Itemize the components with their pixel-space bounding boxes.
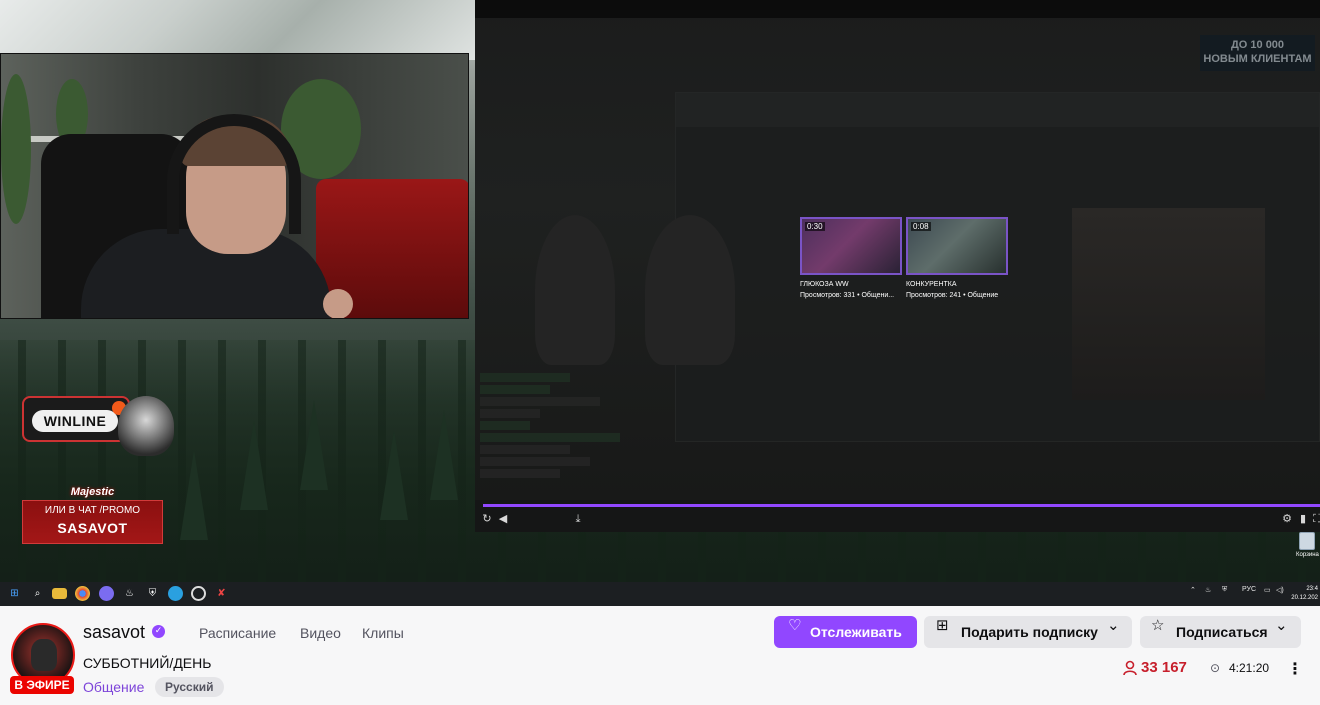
stream-uptime: 4:21:20 <box>1229 661 1270 675</box>
streamer-webcam <box>0 53 469 319</box>
tray-chevron-icon[interactable]: ⌃ <box>1190 586 1196 594</box>
tray-steam-icon[interactable]: ♨ <box>1205 586 1211 594</box>
clock-date: 20.12.202 <box>1291 595 1318 601</box>
recycle-bin-label: Корзина <box>1296 552 1319 558</box>
embedded-progress-bar[interactable] <box>483 504 1320 507</box>
clip-meta: Просмотров: 241 • Общение <box>906 292 999 299</box>
nav-schedule[interactable]: Расписание <box>199 625 276 641</box>
subscribe-button[interactable]: ☆ Подписаться ⌄ <box>1140 616 1301 648</box>
tray-shield-icon[interactable]: ⛨ <box>1222 586 1227 594</box>
clip-duration: 0:30 <box>805 222 825 231</box>
background-browser-toolbar <box>676 93 1319 127</box>
gift-icon: ⊞ <box>936 616 949 634</box>
tree-shape <box>180 450 208 540</box>
avatar-figure <box>31 639 57 671</box>
star-icon: ☆ <box>1151 616 1165 634</box>
tree-shape <box>380 430 408 520</box>
more-options-button[interactable]: ⋮ <box>1285 658 1305 680</box>
app-icon[interactable]: ✘ <box>214 586 229 601</box>
reload-icon[interactable]: ↻ <box>481 513 493 525</box>
settings-icon[interactable]: ⚙ <box>1281 513 1293 525</box>
secondary-webcam <box>1072 208 1265 400</box>
recycle-bin-desktop-icon[interactable]: Корзина <box>1296 532 1319 564</box>
majestic-line2: SASAVOT <box>57 520 128 536</box>
telegram-icon[interactable] <box>168 586 183 601</box>
language-tag[interactable]: Русский <box>155 677 224 697</box>
winline-pill: WINLINE <box>22 396 130 442</box>
channel-info-bar: В ЭФИРЕ sasavot ✓ Расписание Видео Клипы… <box>0 606 1320 705</box>
subscribe-label: Подписаться <box>1176 624 1268 640</box>
clip-title: КОНКУРЕНТКА <box>906 281 957 288</box>
clip-duration: 0:08 <box>911 222 931 231</box>
majestic-box: ИЛИ В ЧАТ /PROMO SASAVOT <box>22 500 163 544</box>
channel-name[interactable]: sasavot <box>83 622 145 643</box>
follow-label: Отслеживать <box>810 624 902 640</box>
video-player[interactable]: WINLINE ИЛИ В ЧАТ /PROMO SASAVOT Majesti… <box>0 0 1320 582</box>
embedded-player-controls: ↻ ◀ ⤓ ⚙ ▮ ⛶ <box>475 508 1320 532</box>
embedded-player-screen: ДО 10 000 НОВЫМ КЛИЕНТАМ 0:30 0:08 ГЛЮКО… <box>475 0 1320 507</box>
shield-icon[interactable]: ⛨ <box>145 586 160 601</box>
plant <box>1 74 31 224</box>
theatre-mode-icon[interactable]: ▮ <box>1297 513 1309 525</box>
search-icon[interactable]: ⌕ <box>30 586 45 601</box>
recycle-bin-icon <box>1299 532 1315 550</box>
obs-icon[interactable] <box>191 586 206 601</box>
chevron-down-icon: ⌄ <box>1275 616 1288 634</box>
tray-volume-icon[interactable]: ◁) <box>1276 586 1284 594</box>
majestic-logo: Majestic <box>70 486 115 498</box>
windows-start-icon[interactable]: ⊞ <box>7 586 22 601</box>
winline-emblem-icon <box>118 396 174 456</box>
chevron-down-icon: ⌄ <box>1107 616 1120 634</box>
tree-shape <box>430 410 458 500</box>
faded-chat-overlay <box>480 370 630 481</box>
clip-thumbnail[interactable]: 0:08 <box>906 217 1008 275</box>
volume-icon[interactable]: ◀ <box>497 513 509 525</box>
snowy-mountain-background <box>0 0 475 60</box>
promo-banner: ДО 10 000 НОВЫМ КЛИЕНТАМ <box>1200 35 1315 71</box>
nav-clips[interactable]: Клипы <box>362 625 404 641</box>
download-icon[interactable]: ⤓ <box>572 513 584 525</box>
file-explorer-icon[interactable] <box>52 588 67 599</box>
clip-thumbnail[interactable]: 0:30 <box>800 217 902 275</box>
majestic-promo-badge: ИЛИ В ЧАТ /PROMO SASAVOT Majestic <box>22 486 163 544</box>
chrome-icon[interactable] <box>75 586 90 601</box>
nav-videos[interactable]: Видео <box>300 625 341 641</box>
streamer-hand <box>323 289 353 318</box>
discord-icon[interactable] <box>99 586 114 601</box>
tree-shape <box>240 420 268 510</box>
windows-taskbar: ⊞ ⌕ ♨ ⛨ ✘ ⌃ ♨ ⛨ РУС ▭ ◁) 23:4 20.12.202 <box>0 582 1320 606</box>
gift-sub-button[interactable]: ⊞ Подарить подписку ⌄ <box>924 616 1132 648</box>
steam-icon[interactable]: ♨ <box>122 586 137 601</box>
viewer-count-icon <box>1123 660 1137 676</box>
tree-shape <box>300 400 328 490</box>
clock-icon: ⊙ <box>1210 661 1221 675</box>
clip-title: ГЛЮКОЗА WW <box>800 281 849 288</box>
majestic-line1: ИЛИ В ЧАТ /PROMO <box>44 505 141 516</box>
gift-label: Подарить подписку <box>961 624 1098 640</box>
stream-title: СУББОТНИЙ/ДЕНЬ <box>83 655 212 671</box>
follow-button[interactable]: ♡ Отслеживать <box>774 616 917 648</box>
fullscreen-icon[interactable]: ⛶ <box>1311 513 1320 525</box>
winline-sponsor-badge: WINLINE <box>22 396 177 456</box>
language-indicator[interactable]: РУС <box>1242 586 1256 593</box>
tray-network-icon[interactable]: ▭ <box>1264 586 1271 594</box>
clip-meta: Просмотров: 331 • Общени... <box>800 292 895 299</box>
winline-label: WINLINE <box>32 410 118 432</box>
promo-banner-text: ДО 10 000 НОВЫМ КЛИЕНТАМ <box>1203 39 1312 65</box>
ghost-figure <box>645 215 735 365</box>
embedded-player-window: ДО 10 000 НОВЫМ КЛИЕНТАМ 0:30 0:08 ГЛЮКО… <box>475 0 1320 532</box>
stream-category-link[interactable]: Общение <box>83 679 144 695</box>
heart-icon: ♡ <box>788 616 802 634</box>
clock-time: 23:4 <box>1306 586 1318 592</box>
taskbar-clock[interactable]: 23:4 20.12.202 <box>1291 585 1318 603</box>
verified-badge-icon: ✓ <box>152 625 165 638</box>
ghost-figure <box>535 215 615 365</box>
embedded-player-topbar <box>475 0 1320 18</box>
live-badge: В ЭФИРЕ <box>10 676 74 694</box>
viewer-count: 33 167 <box>1141 659 1187 676</box>
